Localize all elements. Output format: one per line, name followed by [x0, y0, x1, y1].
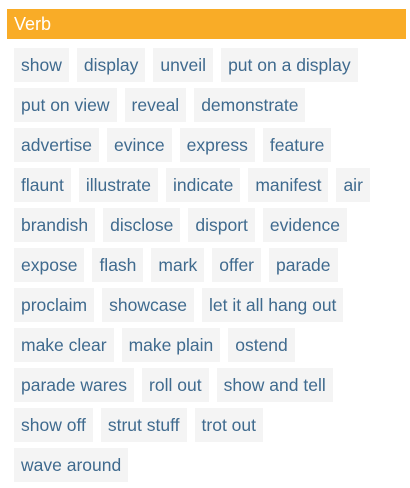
- synonym-chip[interactable]: show off: [14, 408, 93, 442]
- synonym-row: advertise evince express feature: [14, 128, 406, 162]
- synonym-chip[interactable]: feature: [262, 128, 332, 162]
- synonym-chip[interactable]: wave around: [14, 448, 129, 482]
- synonym-chip[interactable]: manifest: [248, 168, 329, 202]
- synonym-chip[interactable]: put on view: [14, 88, 117, 122]
- synonym-chip[interactable]: mark: [151, 248, 205, 282]
- synonym-row: show off strut stuff trot out: [14, 408, 406, 442]
- synonym-row: show display unveil put on a display: [14, 48, 406, 82]
- synonym-chip[interactable]: parade wares: [14, 368, 135, 402]
- synonym-chip[interactable]: make clear: [14, 328, 114, 362]
- synonym-chip[interactable]: make plain: [121, 328, 221, 362]
- synonym-chip[interactable]: trot out: [194, 408, 263, 442]
- synonym-chip[interactable]: express: [179, 128, 255, 162]
- synonym-chip[interactable]: display: [76, 48, 146, 82]
- synonym-chip[interactable]: flash: [92, 248, 144, 282]
- synonym-chip[interactable]: strut stuff: [100, 408, 187, 442]
- synonym-chip[interactable]: demonstrate: [194, 88, 306, 122]
- synonym-row: make clear make plain ostend: [14, 328, 406, 362]
- synonym-row: expose flash mark offer parade: [14, 248, 406, 282]
- synonym-chip[interactable]: ostend: [228, 328, 295, 362]
- synonym-row: parade wares roll out show and tell: [14, 368, 406, 402]
- synonym-chip[interactable]: parade: [269, 248, 338, 282]
- synonym-chip[interactable]: air: [336, 168, 370, 202]
- synonym-chip[interactable]: illustrate: [78, 168, 158, 202]
- synonym-row: wave around: [14, 448, 406, 482]
- verb-section-header: Verb: [7, 9, 406, 39]
- synonym-chip[interactable]: unveil: [153, 48, 214, 82]
- synonym-chip[interactable]: evidence: [262, 208, 347, 242]
- synonym-chip[interactable]: roll out: [142, 368, 209, 402]
- synonym-chip[interactable]: indicate: [165, 168, 241, 202]
- synonym-chip[interactable]: flaunt: [14, 168, 71, 202]
- synonym-grid: show display unveil put on a display put on …: [14, 48, 406, 488]
- synonym-chip[interactable]: proclaim: [14, 288, 95, 322]
- synonym-row: brandish disclose disport evidence: [14, 208, 406, 242]
- synonym-chip[interactable]: disclose: [103, 208, 181, 242]
- synonym-chip[interactable]: show: [14, 48, 69, 82]
- synonym-chip[interactable]: show and tell: [216, 368, 333, 402]
- section-title: Verb: [14, 14, 52, 34]
- synonym-chip[interactable]: put on a display: [221, 48, 358, 82]
- synonym-row: flaunt illustrate indicate manifest air: [14, 168, 406, 202]
- synonym-chip[interactable]: evince: [107, 128, 172, 162]
- synonym-chip[interactable]: expose: [14, 248, 85, 282]
- synonym-chip[interactable]: disport: [188, 208, 255, 242]
- synonym-row: proclaim showcase let it all hang out: [14, 288, 406, 322]
- synonym-chip[interactable]: advertise: [14, 128, 100, 162]
- synonym-chip[interactable]: reveal: [124, 88, 187, 122]
- synonym-chip[interactable]: offer: [212, 248, 261, 282]
- synonym-chip[interactable]: brandish: [14, 208, 96, 242]
- synonym-row: put on view reveal demonstrate: [14, 88, 406, 122]
- synonym-chip[interactable]: let it all hang out: [201, 288, 344, 322]
- synonym-chip[interactable]: showcase: [102, 288, 194, 322]
